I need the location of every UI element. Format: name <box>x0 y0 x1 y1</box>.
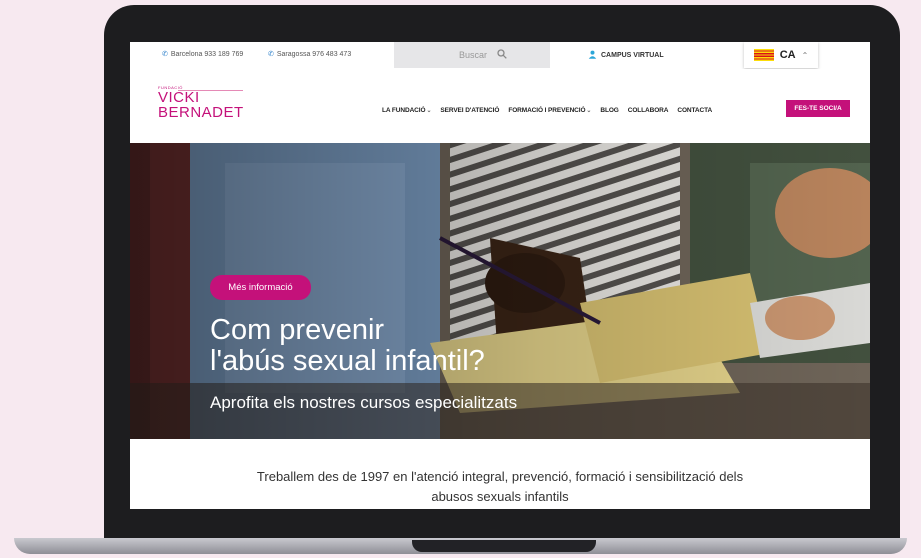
site-logo[interactable]: FUNDACIÓ VICKI BERNADET <box>158 86 244 121</box>
nav-formacio-prevencio[interactable]: FORMACIÓ I PREVENCIÓ⌄ <box>508 107 591 114</box>
campus-virtual-link[interactable]: CAMPUS VIRTUAL <box>588 50 664 61</box>
more-info-button[interactable]: Més informació <box>210 275 311 300</box>
phone-saragossa[interactable]: ✆ Saragossa 976 483 473 <box>268 50 351 58</box>
search-input[interactable] <box>437 50 487 60</box>
search-icon[interactable] <box>497 46 507 64</box>
search-box <box>394 42 550 68</box>
intro-text: Treballem des de 1997 en l'atenció integ… <box>130 439 870 509</box>
nav-contacta[interactable]: CONTACTA <box>677 107 712 114</box>
laptop-notch <box>412 540 596 552</box>
language-selector[interactable]: CA ⌃ <box>744 42 818 68</box>
chevron-up-icon: ⌃ <box>801 50 809 60</box>
phone-barcelona[interactable]: ✆ Barcelona 933 189 769 <box>162 50 243 58</box>
logo-underline <box>178 90 243 91</box>
hero-subtitle: Aprofita els nostres cursos especialitza… <box>210 393 518 412</box>
chevron-down-icon: ⌄ <box>586 108 592 114</box>
main-nav: LA FUNDACIÓ⌄ SERVEI D'ATENCIÓ FORMACIÓ I… <box>382 107 712 114</box>
catalan-flag-icon <box>753 49 774 61</box>
hero-banner: Més informació Com prevenir l'abús sexua… <box>130 143 870 439</box>
browser-screen: ✆ Barcelona 933 189 769 ✆ Saragossa 976 48… <box>130 42 870 509</box>
nav-la-fundacio[interactable]: LA FUNDACIÓ⌄ <box>382 107 431 114</box>
phone-icon: ✆ <box>268 51 274 58</box>
user-icon <box>588 50 597 61</box>
chevron-down-icon: ⌄ <box>426 108 432 114</box>
phone-icon: ✆ <box>162 51 168 58</box>
hero-title: Com prevenir l'abús sexual infantil? <box>210 314 485 377</box>
nav-servei-atencio[interactable]: SERVEI D'ATENCIÓ <box>440 107 499 114</box>
utility-bar: ✆ Barcelona 933 189 769 ✆ Saragossa 976 48… <box>130 42 870 69</box>
nav-collabora[interactable]: COLLABORA <box>628 107 669 114</box>
nav-blog[interactable]: BLOG <box>600 107 618 114</box>
site-header: FUNDACIÓ VICKI BERNADET LA FUNDACIÓ⌄ SER… <box>130 69 870 143</box>
become-member-button[interactable]: FES-TE SOCI/A <box>786 100 850 117</box>
